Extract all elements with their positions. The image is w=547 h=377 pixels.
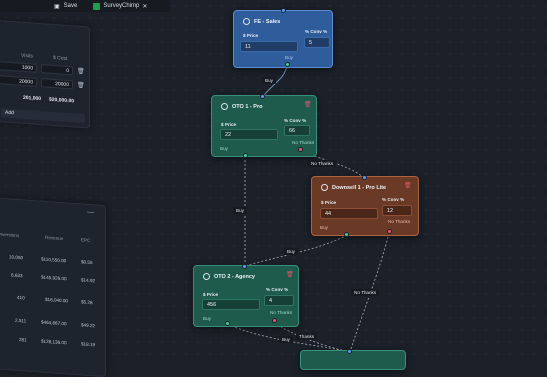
node-oto2-agency[interactable]: OTO 2 - Agency 🗑 $ Price % Conv % 456 4 … [193, 265, 299, 327]
no-thanks-handle[interactable] [298, 147, 303, 152]
edge-label-buy: Buy [233, 207, 247, 214]
product-icon [203, 273, 210, 280]
edge-label-buy: Buy [284, 248, 298, 255]
buy-handle[interactable] [344, 232, 349, 237]
conv-label: % Conv % [284, 118, 307, 123]
input-handle[interactable] [260, 94, 265, 99]
metrics-panel: — onversions Revenue EPC 10,050 $110,550… [0, 194, 106, 377]
node-title: FE - Sales [243, 18, 280, 25]
visits-input[interactable]: 20000 [0, 75, 37, 87]
input-handle[interactable] [347, 349, 352, 354]
cost-input[interactable]: 0 [41, 64, 73, 76]
buy-handle-label: Buy [203, 316, 211, 321]
node-downsell-pro-lite[interactable]: Downsell 1 - Pro Lite 🗑 $ Price % Conv %… [311, 176, 419, 236]
edge-label-buy: Buy [262, 77, 276, 84]
delete-icon[interactable]: 🗑 [286, 271, 294, 278]
price-input[interactable]: 456 [202, 299, 260, 310]
input-handle[interactable] [281, 8, 286, 13]
conv-label: % Conv % [305, 29, 328, 34]
node-next[interactable] [300, 350, 406, 370]
collapse-icon[interactable]: — [87, 209, 94, 216]
edge-label-buy: Buy [279, 336, 293, 343]
edge-label-thanks: Thanks [296, 333, 318, 340]
product-icon [221, 103, 228, 110]
node-fe-sales[interactable]: FE - Sales $ Price % Conv % 11 5 Buy [233, 10, 333, 68]
col-cost: $ Cost [53, 54, 68, 62]
price-label: $ Price [203, 292, 219, 297]
node-title: OTO 1 - Pro [221, 103, 262, 110]
buy-handle-label: Buy [220, 146, 228, 151]
document-tab[interactable]: SurveyChimp ✕ [93, 2, 147, 10]
save-label: Save [63, 3, 78, 9]
cost-input[interactable]: 20000 [41, 78, 73, 90]
col-conversions: onversions [0, 231, 20, 239]
price-input[interactable]: 22 [220, 129, 278, 140]
add-row-button[interactable]: Add [1, 108, 85, 124]
conv-input[interactable]: 12 [382, 205, 412, 216]
document-name: SurveyChimp [103, 3, 140, 9]
price-label: $ Price [243, 33, 259, 38]
buy-handle[interactable] [225, 321, 230, 326]
total-visits: 201,000 [23, 94, 42, 103]
price-label: $ Price [321, 200, 337, 205]
trash-icon[interactable]: 🗑 [77, 82, 85, 90]
save-button[interactable]: ▣ Save [54, 3, 77, 10]
spreadsheet-icon [93, 2, 101, 10]
col-revenue: Revenue [45, 234, 64, 242]
conv-label: % Conv % [266, 287, 289, 292]
conv-input[interactable]: 5 [304, 37, 330, 48]
no-thanks-handle[interactable] [272, 318, 277, 323]
traffic-panel: Visits $ Cost 1000 0 🗑 20000 20000 🗑 201… [0, 17, 90, 129]
visits-input[interactable]: 1000 [0, 61, 37, 73]
no-thanks-label: No Thanks [292, 140, 315, 145]
conv-input[interactable]: 4 [264, 295, 294, 306]
conv-input[interactable]: 66 [284, 125, 310, 136]
price-label: $ Price [221, 122, 237, 127]
input-handle[interactable] [242, 264, 247, 269]
product-icon [243, 18, 250, 25]
input-handle[interactable] [362, 175, 367, 180]
edge-label-no-thanks: No Thanks [308, 160, 337, 167]
col-visits: Visits [21, 52, 33, 60]
total-cost: $20,000.00 [49, 96, 75, 105]
close-icon[interactable]: ✕ [142, 3, 147, 10]
price-input[interactable]: 11 [240, 41, 298, 52]
product-icon [321, 184, 328, 191]
save-icon: ▣ [54, 3, 60, 10]
no-thanks-handle[interactable] [387, 229, 392, 234]
no-thanks-label: No Thanks [388, 219, 411, 224]
trash-icon[interactable]: 🗑 [77, 68, 85, 76]
buy-handle[interactable] [285, 62, 290, 67]
delete-icon[interactable]: 🗑 [304, 101, 312, 108]
buy-handle-label: Buy [320, 225, 328, 230]
toolbar: ▣ Save SurveyChimp ✕ [0, 0, 170, 12]
node-title: OTO 2 - Agency [203, 273, 255, 280]
col-epc: EPC [81, 237, 91, 244]
edge-label-no-thanks: No Thanks [351, 289, 380, 296]
node-title: Downsell 1 - Pro Lite [321, 184, 386, 191]
price-input[interactable]: 44 [320, 208, 378, 219]
buy-handle[interactable] [243, 153, 248, 158]
traffic-header: Visits $ Cost [0, 45, 89, 64]
no-thanks-label: No Thanks [270, 310, 293, 315]
buy-handle-label: Buy [285, 55, 293, 60]
delete-icon[interactable]: 🗑 [404, 182, 412, 189]
conv-label: % Conv % [382, 197, 405, 202]
